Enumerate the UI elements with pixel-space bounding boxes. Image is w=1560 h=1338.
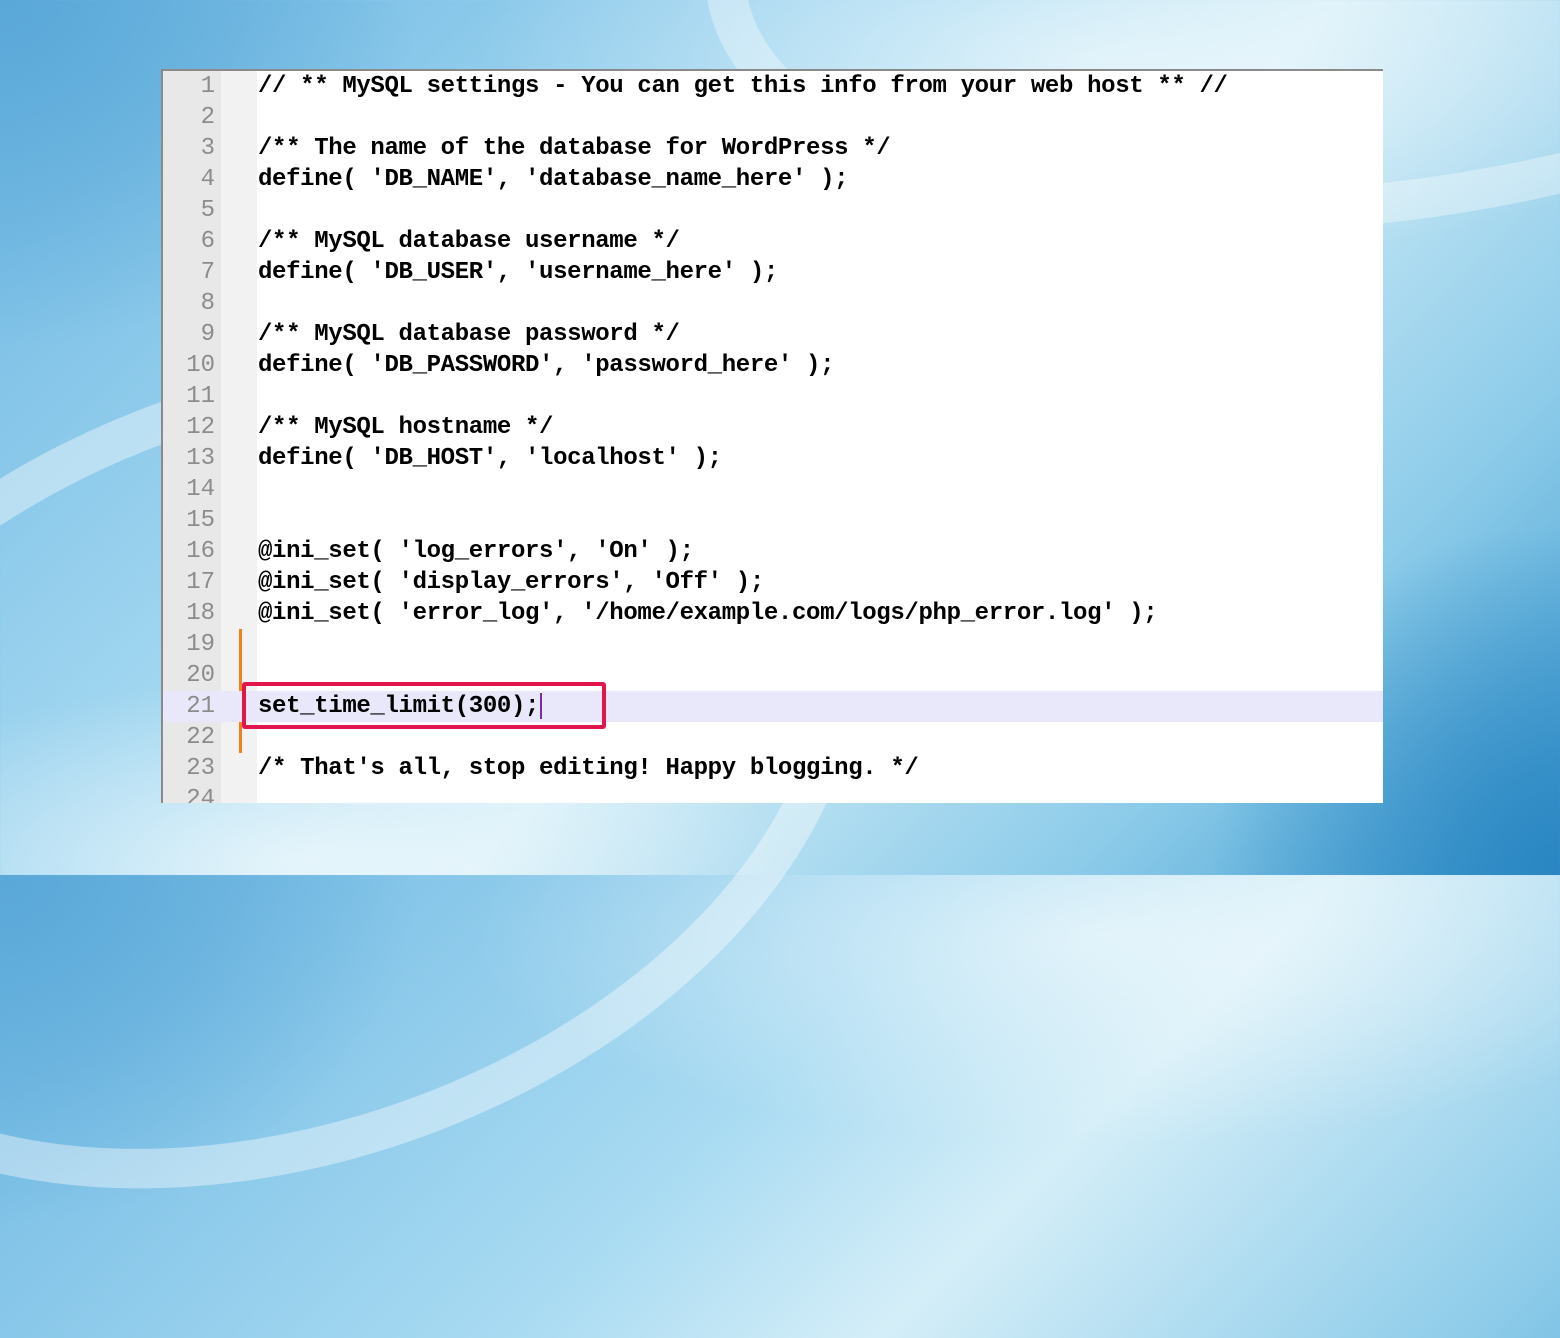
line-number: 17 — [186, 569, 215, 596]
line-text: /** The name of the database for WordPre… — [258, 135, 891, 162]
line-number: 20 — [186, 662, 215, 689]
line-text: @ini_set( 'error_log', '/home/example.co… — [258, 600, 1158, 627]
line-number: 10 — [186, 352, 215, 379]
code-line[interactable]: 11 — [163, 381, 1383, 412]
line-number: 21 — [186, 693, 215, 720]
line-text: define( 'DB_HOST', 'localhost' ); — [258, 445, 722, 472]
code-line[interactable]: 3 /** The name of the database for WordPr… — [163, 133, 1383, 164]
code-line[interactable]: 5 — [163, 195, 1383, 226]
line-text: @ini_set( 'log_errors', 'On' ); — [258, 538, 694, 565]
line-number: 6 — [200, 228, 215, 255]
code-line[interactable]: 19 — [163, 629, 1383, 660]
line-number: 15 — [186, 507, 215, 534]
line-number: 23 — [186, 755, 215, 782]
code-line[interactable]: 12 /** MySQL hostname */ — [163, 412, 1383, 443]
line-number: 18 — [186, 600, 215, 627]
line-number: 24 — [186, 786, 215, 803]
line-number: 3 — [200, 135, 215, 162]
code-line[interactable]: 18 @ini_set( 'error_log', '/home/example.… — [163, 598, 1383, 629]
line-text: /* That's all, stop editing! Happy blogg… — [258, 755, 919, 782]
code-line[interactable]: 13 define( 'DB_HOST', 'localhost' ); — [163, 443, 1383, 474]
line-number: 13 — [186, 445, 215, 472]
code-line[interactable]: 23 /* That's all, stop editing! Happy blo… — [163, 753, 1383, 784]
code-line[interactable]: 8 — [163, 288, 1383, 319]
line-number: 22 — [186, 724, 215, 751]
code-line[interactable]: 14 — [163, 474, 1383, 505]
line-number: 12 — [186, 414, 215, 441]
code-line[interactable]: 9 /** MySQL database password */ — [163, 319, 1383, 350]
line-number: 11 — [186, 383, 215, 410]
line-number: 1 — [200, 73, 215, 100]
line-number: 9 — [200, 321, 215, 348]
line-number: 8 — [200, 290, 215, 317]
line-text: /** MySQL database username */ — [258, 228, 680, 255]
line-text: // ** MySQL settings - You can get this … — [258, 73, 1228, 100]
line-number: 19 — [186, 631, 215, 658]
annotation-highlight-box — [242, 682, 606, 729]
line-text: define( 'DB_USER', 'username_here' ); — [258, 259, 778, 286]
code-line[interactable]: 16 @ini_set( 'log_errors', 'On' ); — [163, 536, 1383, 567]
code-line[interactable]: 6 /** MySQL database username */ — [163, 226, 1383, 257]
code-line[interactable]: 17 @ini_set( 'display_errors', 'Off' ); — [163, 567, 1383, 598]
line-number: 16 — [186, 538, 215, 565]
line-text: /** MySQL hostname */ — [258, 414, 554, 441]
code-line[interactable]: 24 — [163, 784, 1383, 803]
line-number: 14 — [186, 476, 215, 503]
line-number: 4 — [200, 166, 215, 193]
line-text: define( 'DB_NAME', 'database_name_here' … — [258, 166, 849, 193]
code-line[interactable]: 15 — [163, 505, 1383, 536]
code-line[interactable]: 7 define( 'DB_USER', 'username_here' ); — [163, 257, 1383, 288]
code-line[interactable]: 10 define( 'DB_PASSWORD', 'password_here'… — [163, 350, 1383, 381]
line-number: 5 — [200, 197, 215, 224]
line-number: 2 — [200, 104, 215, 131]
line-text: @ini_set( 'display_errors', 'Off' ); — [258, 569, 764, 596]
code-line[interactable]: 1 // ** MySQL settings - You can get this… — [163, 71, 1383, 102]
line-text: /** MySQL database password */ — [258, 321, 680, 348]
code-line[interactable]: 2 — [163, 102, 1383, 133]
code-line[interactable]: 4 define( 'DB_NAME', 'database_name_here'… — [163, 164, 1383, 195]
line-text: define( 'DB_PASSWORD', 'password_here' )… — [258, 352, 835, 379]
line-number: 7 — [200, 259, 215, 286]
